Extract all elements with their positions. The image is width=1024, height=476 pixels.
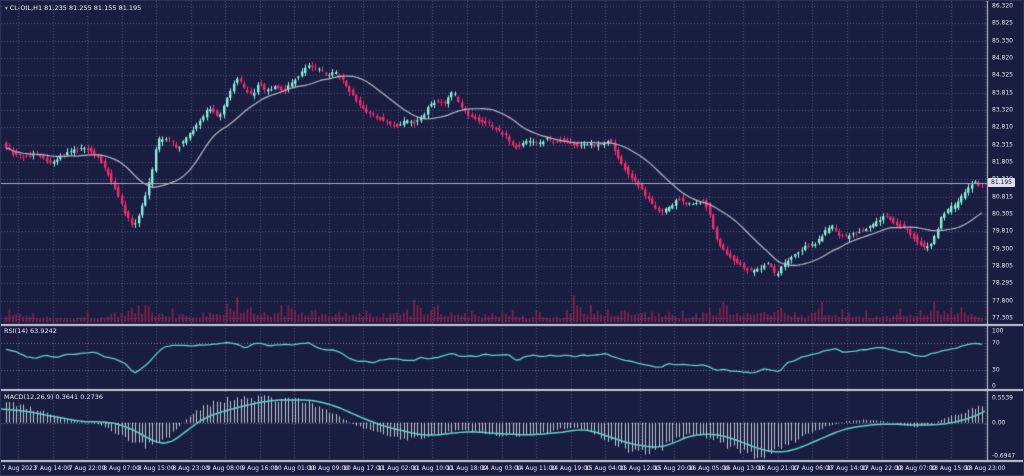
trading-chart-window: ▾ CL-OIL,H1 81.235 81.255 81.155 81.195 R…: [0, 0, 1024, 476]
chart-plot-canvas[interactable]: [1, 1, 1023, 475]
